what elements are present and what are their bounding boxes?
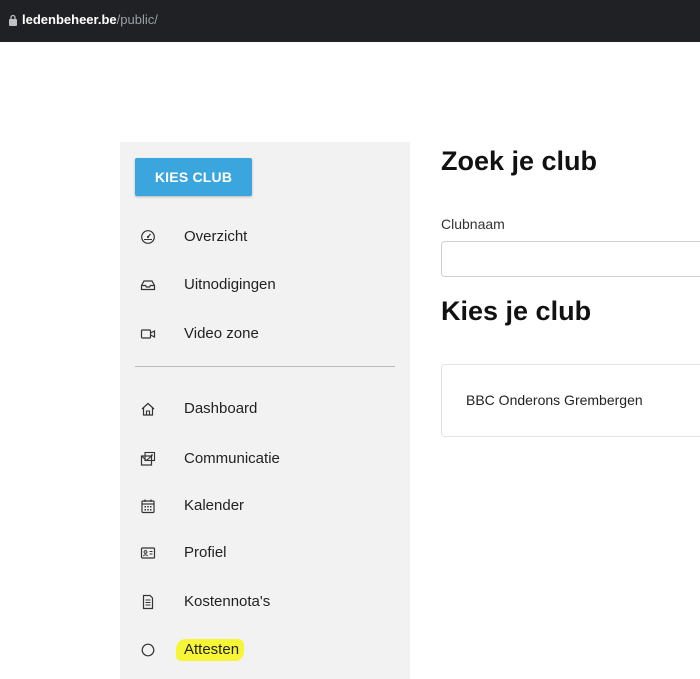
sidebar-item-communicatie[interactable]: Communicatie bbox=[120, 444, 410, 474]
mail-card-icon bbox=[140, 451, 156, 467]
id-card-icon bbox=[140, 545, 156, 561]
sidebar-item-label: Dashboard bbox=[184, 400, 258, 417]
club-card[interactable]: BBC Onderons Grembergen bbox=[441, 364, 700, 437]
sidebar-item-label: Uitnodigingen bbox=[184, 276, 276, 293]
dashboard-gauge-icon bbox=[140, 229, 156, 245]
sidebar-item-dashboard[interactable]: Dashboard bbox=[120, 394, 410, 424]
sidebar-item-kalender[interactable]: Kalender bbox=[120, 491, 410, 521]
inbox-icon bbox=[140, 277, 156, 293]
sidebar-item-label: Overzicht bbox=[184, 228, 248, 245]
url-host: ledenbeheer.be bbox=[22, 12, 117, 27]
sidebar-item-label: Kalender bbox=[184, 497, 245, 514]
browser-address-bar[interactable]: ledenbeheer.be/public/ bbox=[0, 0, 700, 42]
home-icon bbox=[140, 401, 156, 417]
circle-icon bbox=[140, 642, 156, 658]
club-name: BBC Onderons Grembergen bbox=[466, 392, 643, 408]
url-path: /public/ bbox=[116, 12, 158, 27]
clubname-input[interactable] bbox=[441, 241, 700, 277]
document-icon bbox=[140, 594, 156, 610]
url-text: ledenbeheer.be/public/ bbox=[22, 12, 158, 27]
sidebar-item-label: Profiel bbox=[184, 544, 227, 561]
video-camera-icon bbox=[140, 326, 156, 342]
sidebar-item-label: Communicatie bbox=[184, 450, 280, 467]
kies-club-button[interactable]: KIES CLUB bbox=[135, 158, 252, 196]
sidebar-item-label: Attesten bbox=[184, 641, 240, 658]
sidebar-item-label: Video zone bbox=[184, 325, 259, 342]
clubname-label: Clubnaam bbox=[441, 216, 505, 232]
sidebar: KIES CLUB Overzicht Uitnodigingen Video … bbox=[120, 142, 410, 679]
sidebar-item-overzicht[interactable]: Overzicht bbox=[120, 222, 410, 252]
sidebar-divider bbox=[135, 366, 395, 367]
sidebar-item-profiel[interactable]: Profiel bbox=[120, 538, 410, 568]
search-heading: Zoek je club bbox=[441, 146, 598, 176]
choose-heading: Kies je club bbox=[441, 296, 592, 326]
sidebar-item-kostennotas[interactable]: Kostennota's bbox=[120, 587, 410, 617]
sidebar-item-label: Kostennota's bbox=[184, 593, 271, 610]
calendar-icon bbox=[140, 498, 156, 514]
lock-icon bbox=[9, 14, 17, 26]
sidebar-item-attesten[interactable]: Attesten bbox=[120, 635, 410, 665]
sidebar-item-uitnodigingen[interactable]: Uitnodigingen bbox=[120, 270, 410, 300]
sidebar-item-video-zone[interactable]: Video zone bbox=[120, 319, 410, 349]
